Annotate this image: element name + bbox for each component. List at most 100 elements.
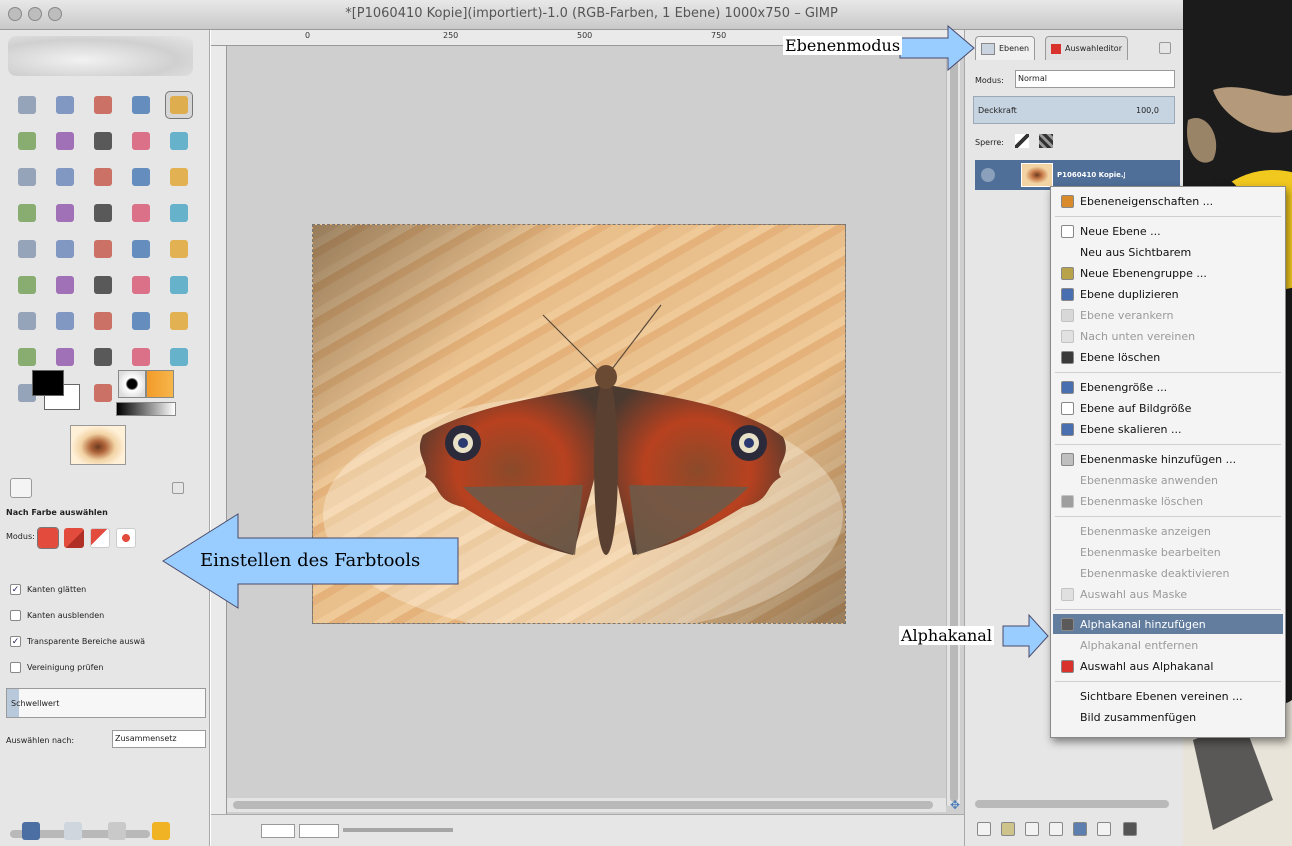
wilber-drop-area[interactable]	[8, 36, 193, 76]
color-tool-icon[interactable]	[166, 308, 192, 334]
select-by-dropdown[interactable]: Zusammensetz	[112, 730, 206, 748]
tab-layers[interactable]: Ebenen	[975, 36, 1036, 60]
active-image-thumbnail[interactable]	[70, 425, 126, 465]
navigate-icon[interactable]: ✥	[948, 798, 962, 812]
tab-selection-editor[interactable]: Auswahleditor	[1045, 36, 1128, 60]
option-checkbox[interactable]: ✓	[10, 636, 21, 647]
blend-icon[interactable]	[90, 236, 116, 262]
new-group-icon[interactable]	[1001, 822, 1015, 836]
menu-item[interactable]: Ebene duplizieren	[1053, 284, 1283, 304]
option-row[interactable]: ✓ Transparente Bereiche auswä	[10, 636, 145, 647]
shear-icon[interactable]	[52, 200, 78, 226]
horizontal-scrollbar[interactable]	[227, 798, 946, 812]
measure-icon[interactable]	[14, 164, 40, 190]
menu-item[interactable]: Auswahl aus Alphakanal	[1053, 656, 1283, 676]
color-picker-icon[interactable]	[128, 128, 154, 154]
pattern-indicator[interactable]	[146, 370, 174, 398]
vertical-scrollbar[interactable]	[946, 46, 960, 806]
heal-icon[interactable]	[166, 272, 192, 298]
eye-visibility-icon[interactable]	[981, 168, 995, 182]
menu-item[interactable]: Alphakanal hinzufügen	[1053, 614, 1283, 634]
align-icon[interactable]	[90, 164, 116, 190]
anchor-layer-icon[interactable]	[1097, 822, 1111, 836]
brush-indicator[interactable]	[118, 370, 146, 398]
option-row[interactable]: Vereinigung prüfen	[10, 662, 103, 673]
menu-item[interactable]: Ebene auf Bildgröße	[1053, 398, 1283, 418]
clone-icon[interactable]	[128, 272, 154, 298]
layer-mode-dropdown[interactable]: Normal	[1015, 70, 1175, 88]
colorize-icon[interactable]	[90, 380, 116, 406]
mode-add-button[interactable]	[64, 528, 84, 548]
posterize-icon[interactable]	[166, 344, 192, 370]
foreground-color-swatch-top[interactable]	[32, 370, 64, 396]
perspective-clone-icon[interactable]	[14, 308, 40, 334]
rect-select-icon[interactable]	[14, 92, 40, 118]
mode-replace-button[interactable]	[37, 527, 59, 549]
tool-options-tab-icon[interactable]	[10, 478, 32, 498]
perspective-icon[interactable]	[90, 200, 116, 226]
paintbrush-icon[interactable]	[166, 236, 192, 262]
delete-options-icon[interactable]	[108, 822, 126, 840]
option-row[interactable]: ✓ Kanten glätten	[10, 584, 86, 595]
menu-item[interactable]: Ebenenmaske hinzufügen ...	[1053, 449, 1283, 469]
opacity-slider[interactable]: Deckkraft 100,0	[973, 96, 1175, 124]
crop-icon[interactable]	[128, 164, 154, 190]
paths-icon[interactable]	[90, 128, 116, 154]
menu-item[interactable]: Neu aus Sichtbarem	[1053, 242, 1283, 262]
threshold-icon[interactable]	[128, 344, 154, 370]
menu-item[interactable]: Neue Ebene ...	[1053, 221, 1283, 241]
option-checkbox[interactable]	[10, 610, 21, 621]
text-icon[interactable]	[14, 236, 40, 262]
flip-icon[interactable]	[128, 200, 154, 226]
vertical-ruler[interactable]	[211, 46, 227, 826]
bucket-fill-icon[interactable]	[52, 236, 78, 262]
option-row[interactable]: Kanten ausblenden	[10, 610, 104, 621]
configure-tab-icon[interactable]	[172, 482, 184, 494]
pencil-icon[interactable]	[128, 236, 154, 262]
airbrush-icon[interactable]	[52, 272, 78, 298]
menu-item[interactable]: Ebene löschen	[1053, 347, 1283, 367]
reset-options-icon[interactable]	[152, 822, 170, 840]
save-options-icon[interactable]	[22, 822, 40, 840]
raise-layer-icon[interactable]	[1025, 822, 1039, 836]
smudge-icon[interactable]	[90, 308, 116, 334]
free-select-icon[interactable]	[90, 92, 116, 118]
lower-layer-icon[interactable]	[1049, 822, 1063, 836]
foreground-select-icon[interactable]	[52, 128, 78, 154]
curves-icon[interactable]	[52, 344, 78, 370]
lock-alpha-icon[interactable]	[1039, 134, 1053, 148]
menu-item[interactable]: Ebeneneigenschaften ...	[1053, 191, 1283, 211]
levels-icon[interactable]	[14, 344, 40, 370]
zoom-select[interactable]	[299, 824, 339, 838]
rotate-icon[interactable]	[166, 164, 192, 190]
option-checkbox[interactable]: ✓	[10, 584, 21, 595]
restore-options-icon[interactable]	[64, 822, 82, 840]
menu-item[interactable]: Ebene skalieren ...	[1053, 419, 1283, 439]
threshold-slider[interactable]: Schwellwert	[6, 688, 206, 718]
ink-icon[interactable]	[90, 272, 116, 298]
menu-item[interactable]: Neue Ebenengruppe ...	[1053, 263, 1283, 283]
menu-item[interactable]: Ebenengröße ...	[1053, 377, 1283, 397]
hue-icon[interactable]	[90, 344, 116, 370]
unit-select[interactable]	[261, 824, 295, 838]
duplicate-layer-icon[interactable]	[1073, 822, 1087, 836]
fuzzy-select-icon[interactable]	[128, 92, 154, 118]
new-layer-icon[interactable]	[977, 822, 991, 836]
delete-layer-icon[interactable]	[1123, 822, 1137, 836]
ellipse-select-icon[interactable]	[52, 92, 78, 118]
scissors-select-icon[interactable]	[14, 128, 40, 154]
configure-dock-icon[interactable]	[1159, 42, 1171, 54]
mode-intersect-button[interactable]	[116, 528, 136, 548]
gradient-indicator[interactable]	[116, 402, 176, 416]
cage-icon[interactable]	[166, 200, 192, 226]
scale-icon[interactable]	[14, 200, 40, 226]
dodge-burn-icon[interactable]	[128, 308, 154, 334]
eraser-icon[interactable]	[14, 272, 40, 298]
select-by-color-icon[interactable]	[165, 91, 193, 119]
move-icon[interactable]	[52, 164, 78, 190]
blur-icon[interactable]	[52, 308, 78, 334]
menu-item[interactable]: Sichtbare Ebenen vereinen ...	[1053, 686, 1283, 706]
option-checkbox[interactable]	[10, 662, 21, 673]
menu-item[interactable]: Bild zusammenfügen	[1053, 707, 1283, 727]
zoom-icon[interactable]	[166, 128, 192, 154]
